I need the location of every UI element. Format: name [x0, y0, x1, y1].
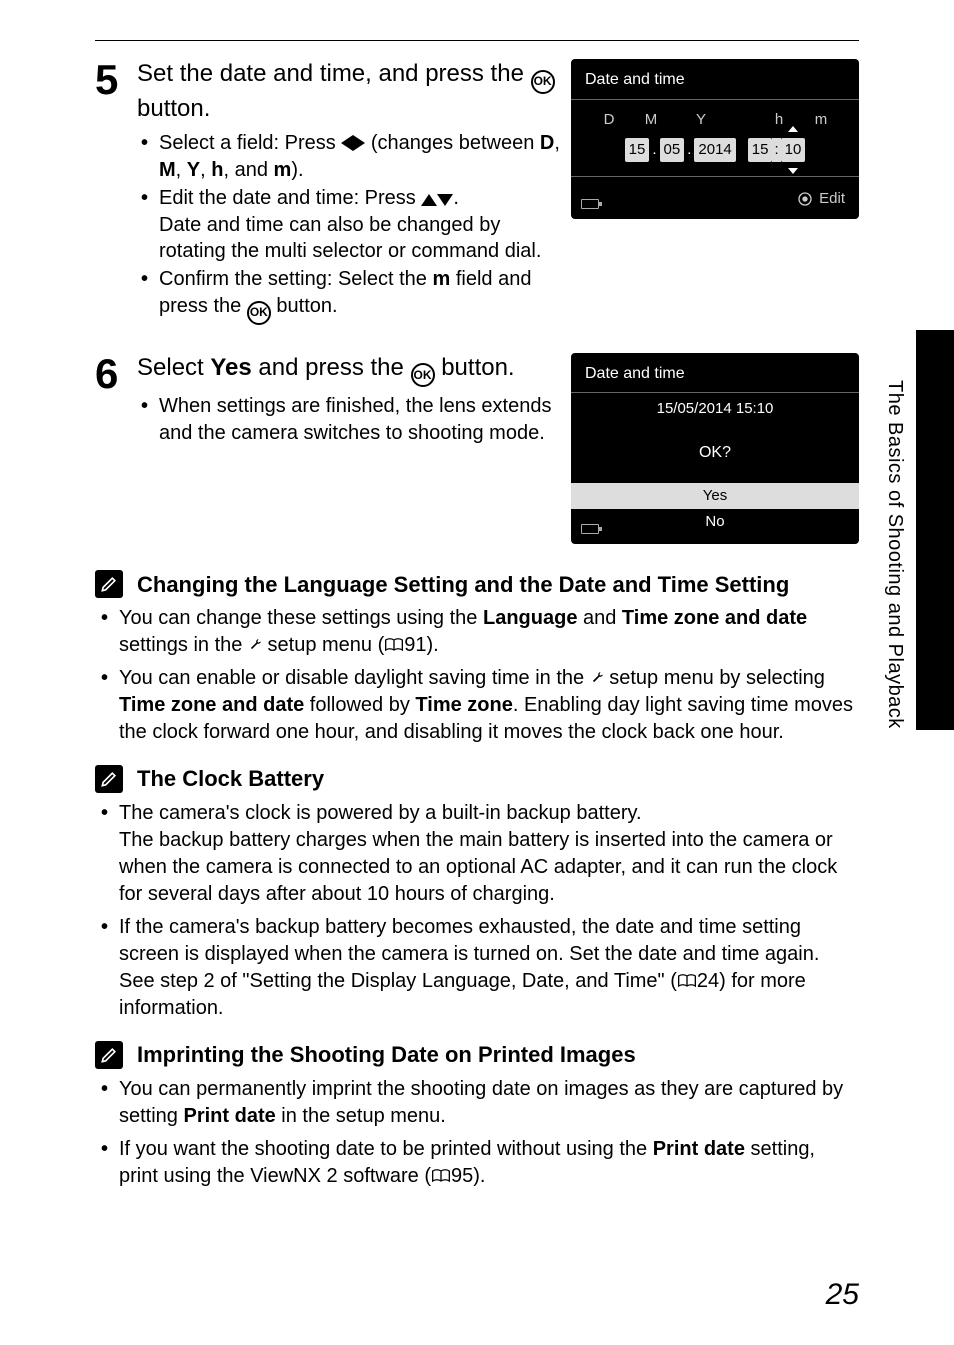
battery-icon — [581, 524, 599, 534]
lcd-header-row: DMYhm — [571, 100, 859, 134]
book-icon — [384, 637, 404, 653]
step5-bullet-3: Confirm the setting: Select the m field … — [159, 266, 561, 324]
note-title: Changing the Language Setting and the Da… — [137, 570, 789, 600]
step-6: 6 Select Yes and press the OK button. Wh… — [95, 353, 859, 544]
step-heading: Select Yes and press the OK button. — [137, 353, 561, 388]
note-heading-imprint: Imprinting the Shooting Date on Printed … — [95, 1040, 859, 1070]
step-head-text2: button. — [137, 95, 210, 122]
book-icon — [431, 1168, 451, 1184]
lcd-no-option: No — [571, 509, 859, 535]
ok-icon: OK — [531, 70, 555, 94]
step-number: 5 — [95, 59, 137, 101]
lcd-yes-option: Yes — [571, 483, 859, 509]
lcd-datetime-value: 15/05/2014 15:10 — [571, 393, 859, 425]
pencil-icon — [95, 765, 123, 793]
note-heading-clock-battery: The Clock Battery — [95, 764, 859, 794]
note3-bullet-2: If you want the shooting date to be prin… — [119, 1136, 859, 1190]
note2-bullet-1: The camera's clock is powered by a built… — [119, 800, 859, 908]
step-5: 5 Set the date and time, and press the O… — [95, 59, 859, 327]
note2-bullet-2: If the camera's backup battery becomes e… — [119, 914, 859, 1022]
down-icon — [437, 194, 453, 206]
step-heading: Set the date and time, and press the OK … — [137, 59, 561, 124]
right-icon — [353, 135, 365, 151]
ok-icon: OK — [411, 363, 435, 387]
ok-icon: OK — [247, 301, 271, 325]
battery-icon — [581, 199, 599, 209]
lcd-year: 2014 — [694, 138, 735, 162]
step5-bullet-1: Select a field: Press (changes between D… — [159, 130, 561, 183]
wrench-icon — [590, 670, 604, 686]
wrench-icon — [248, 637, 262, 653]
up-icon — [421, 194, 437, 206]
step-head-text: Set the date and time, and press the — [137, 60, 531, 87]
lcd-value-row: 15.05.2014 15:10 — [571, 134, 859, 176]
lcd-hour: 15 — [748, 138, 773, 162]
note1-bullet-2: You can enable or disable daylight savin… — [119, 665, 859, 746]
note-title: Imprinting the Shooting Date on Printed … — [137, 1040, 636, 1070]
lcd-edit-label: Edit — [819, 189, 845, 209]
lcd-title: Date and time — [571, 363, 859, 393]
lcd-day: 15 — [625, 138, 650, 162]
note1-bullet-1: You can change these settings using the … — [119, 605, 859, 659]
page-number: 25 — [826, 1275, 859, 1316]
pencil-icon — [95, 570, 123, 598]
pencil-icon — [95, 1041, 123, 1069]
step5-bullet-2: Edit the date and time: Press . Date and… — [159, 185, 561, 264]
lcd-month: 05 — [660, 138, 685, 162]
lcd-minute-selected: 10 — [781, 138, 806, 162]
book-icon — [677, 973, 697, 989]
top-rule — [95, 40, 859, 41]
selector-icon — [797, 191, 813, 207]
lcd-ok-prompt: OK? — [571, 426, 859, 484]
lcd-date-time-confirm: Date and time 15/05/2014 15:10 OK? Yes N… — [571, 353, 859, 544]
lcd-date-time-edit: Date and time DMYhm 15.05.2014 15:10 Edi… — [571, 59, 859, 219]
note-title: The Clock Battery — [137, 764, 324, 794]
step-number: 6 — [95, 353, 137, 395]
note-heading-language: Changing the Language Setting and the Da… — [95, 570, 859, 600]
left-icon — [341, 135, 353, 151]
note3-bullet-1: You can permanently imprint the shooting… — [119, 1076, 859, 1130]
lcd-title: Date and time — [571, 69, 859, 99]
step6-bullet-1: When settings are finished, the lens ext… — [159, 393, 561, 446]
